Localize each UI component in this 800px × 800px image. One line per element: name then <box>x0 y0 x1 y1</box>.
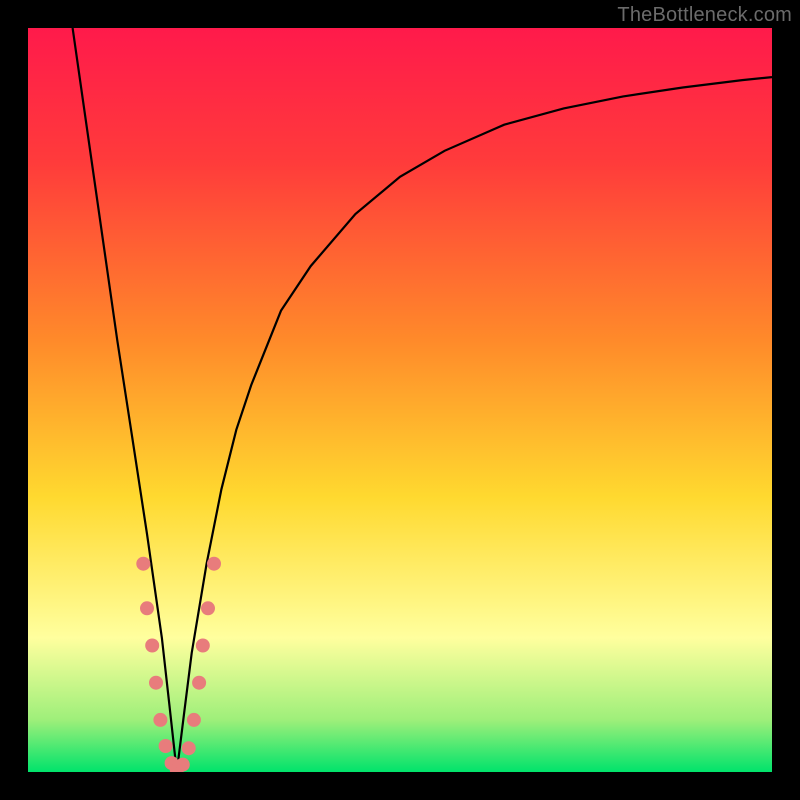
chart-svg <box>28 28 772 772</box>
highlight-dot <box>136 557 150 571</box>
highlight-dot <box>176 758 190 772</box>
highlight-dot <box>145 639 159 653</box>
highlight-dot <box>159 739 173 753</box>
highlight-dot <box>140 601 154 615</box>
highlight-dot <box>187 713 201 727</box>
highlight-dot <box>153 713 167 727</box>
watermark-text: TheBottleneck.com <box>617 4 792 27</box>
bottleneck-curve <box>73 28 772 772</box>
highlight-dots <box>136 557 221 772</box>
highlight-dot <box>149 676 163 690</box>
highlight-dot <box>196 639 210 653</box>
highlight-dot <box>192 676 206 690</box>
plot-area <box>28 28 772 772</box>
outer-frame: TheBottleneck.com <box>0 0 800 800</box>
highlight-dot <box>207 557 221 571</box>
highlight-dot <box>201 601 215 615</box>
highlight-dot <box>182 741 196 755</box>
